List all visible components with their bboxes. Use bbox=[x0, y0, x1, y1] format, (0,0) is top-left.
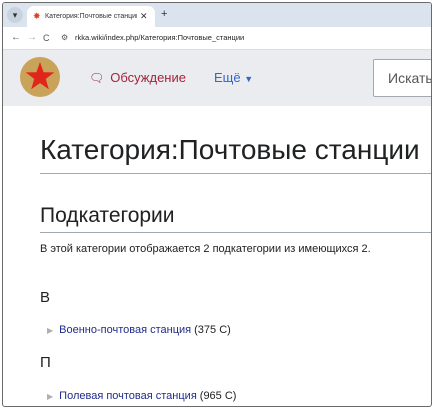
expand-triangle-icon[interactable]: ▶ bbox=[47, 326, 53, 335]
discussion-label: Обсуждение bbox=[110, 70, 186, 85]
expand-triangle-icon[interactable]: ▶ bbox=[47, 392, 53, 401]
group-letter: В bbox=[40, 289, 51, 306]
item-count: (375 С) bbox=[194, 324, 231, 336]
subcategories-divider bbox=[40, 232, 431, 233]
item-count: (965 С) bbox=[199, 390, 237, 402]
discussion-link[interactable]: 🗨 Обсуждение bbox=[89, 68, 186, 88]
subcategories-heading: Подкатегории bbox=[40, 204, 175, 227]
page-title: Категория:Почтовые станции bbox=[40, 134, 420, 165]
tab-menu-button[interactable]: ▾ bbox=[7, 7, 23, 23]
close-icon[interactable]: ✕ bbox=[140, 10, 148, 22]
subcategories-summary: В этой категории отображается 2 подкатег… bbox=[40, 243, 371, 255]
tab-strip: ▾ ✸ Категория:Почтовые станции ✕ + bbox=[3, 3, 431, 27]
more-label: Ещё bbox=[214, 70, 241, 85]
list-item: ▶ Полевая почтовая станция (965 С) bbox=[47, 389, 236, 404]
speech-bubble-icon: 🗨 bbox=[89, 71, 105, 85]
site-logo[interactable] bbox=[20, 57, 60, 97]
list-item: ▶ Военно-почтовая станция (375 С) bbox=[47, 323, 231, 338]
reload-icon[interactable]: C bbox=[43, 31, 50, 45]
subcategory-link[interactable]: Полевая почтовая станция bbox=[59, 390, 197, 402]
title-divider bbox=[40, 173, 431, 174]
url-field[interactable]: rkka.wiki/index.php/Категория:Почтовые_с… bbox=[75, 32, 244, 44]
star-logo-icon bbox=[25, 62, 55, 90]
tab-title: Категория:Почтовые станции bbox=[45, 13, 137, 20]
tab-active[interactable]: ✸ Категория:Почтовые станции ✕ bbox=[27, 6, 155, 27]
more-menu[interactable]: Ещё ▼ bbox=[214, 68, 253, 88]
browser-window: ▾ ✸ Категория:Почтовые станции ✕ + ← → C… bbox=[2, 2, 432, 407]
wiki-header: 🗨 Обсуждение Ещё ▼ Искать bbox=[3, 50, 431, 106]
group-letter: П bbox=[40, 354, 51, 371]
subcategory-link[interactable]: Военно-почтовая станция bbox=[59, 324, 191, 336]
search-placeholder: Искать bbox=[388, 70, 432, 86]
address-bar-row: ← → C ⚙ rkka.wiki/index.php/Категория:По… bbox=[3, 27, 431, 50]
search-input[interactable]: Искать bbox=[373, 59, 432, 97]
site-info-icon[interactable]: ⚙ bbox=[61, 33, 68, 43]
star-icon: ✸ bbox=[33, 11, 41, 21]
new-tab-button[interactable]: + bbox=[161, 8, 167, 20]
forward-icon[interactable]: → bbox=[27, 31, 37, 45]
caret-down-icon: ▼ bbox=[244, 74, 254, 84]
back-icon[interactable]: ← bbox=[11, 31, 21, 45]
